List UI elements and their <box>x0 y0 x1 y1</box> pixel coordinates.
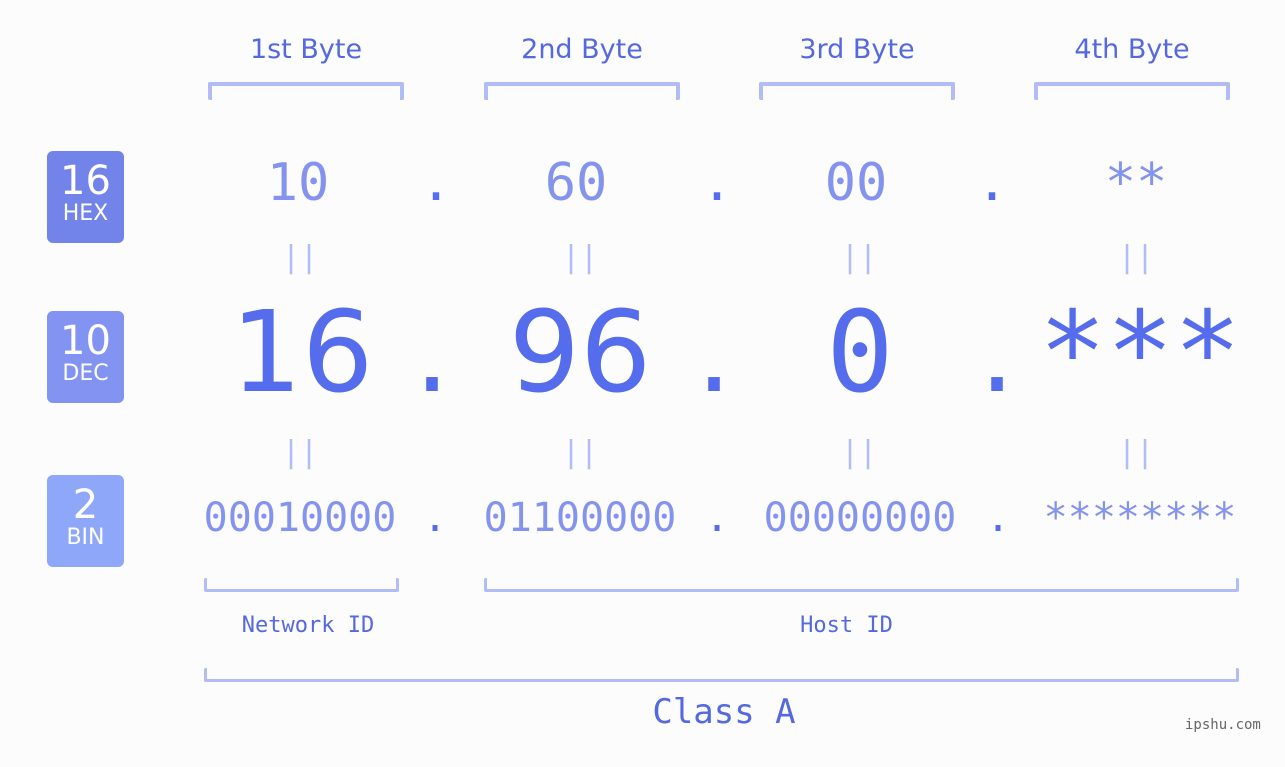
hex-badge-base: 16 <box>60 158 111 204</box>
network-bracket <box>204 578 399 592</box>
equals-sign: || <box>281 435 319 470</box>
dec-badge: 10 DEC <box>47 311 124 403</box>
watermark: ipshu.com <box>1185 717 1261 733</box>
hex-dot-3: . <box>976 153 1008 213</box>
bin-badge-base: 2 <box>72 482 99 528</box>
bin-byte-3: 00000000 <box>763 495 957 541</box>
byte-header-3: 3rd Byte <box>799 34 915 65</box>
dec-byte-1: 16 <box>230 288 374 418</box>
equals-sign: || <box>840 435 878 470</box>
byte-bracket-2 <box>484 82 680 100</box>
dec-byte-3: 0 <box>826 288 894 418</box>
equals-sign: || <box>1117 435 1155 470</box>
bin-byte-1: 00010000 <box>203 495 397 541</box>
dec-badge-base: 10 <box>60 318 111 364</box>
equals-sign: || <box>561 240 599 275</box>
hex-byte-1: 10 <box>266 153 330 213</box>
byte-bracket-1 <box>208 82 404 100</box>
byte-bracket-4 <box>1034 82 1230 100</box>
dec-byte-2: 96 <box>508 288 652 418</box>
dec-badge-label: DEC <box>62 361 109 386</box>
class-label: Class A <box>652 692 796 732</box>
bin-badge-label: BIN <box>66 525 105 550</box>
equals-sign: || <box>1117 240 1155 275</box>
equals-sign: || <box>561 435 599 470</box>
bin-byte-4: ******** <box>1043 495 1237 541</box>
network-id-label: Network ID <box>241 613 375 638</box>
dec-byte-4: *** <box>1038 288 1242 418</box>
hex-byte-4: ** <box>1104 153 1168 213</box>
bin-dot-1: . <box>422 495 448 541</box>
byte-header-1: 1st Byte <box>249 34 363 65</box>
byte-header-4: 4th Byte <box>1074 34 1190 65</box>
byte-header-2: 2nd Byte <box>521 34 643 65</box>
hex-badge: 16 HEX <box>47 151 124 243</box>
byte-bracket-3 <box>759 82 955 100</box>
equals-sign: || <box>281 240 319 275</box>
bin-byte-2: 01100000 <box>483 495 677 541</box>
hex-byte-3: 00 <box>824 153 888 213</box>
hex-badge-label: HEX <box>62 201 109 226</box>
hex-dot-1: . <box>420 153 452 213</box>
bin-badge: 2 BIN <box>47 475 124 567</box>
class-bracket <box>204 668 1239 682</box>
hex-dot-2: . <box>701 153 733 213</box>
host-id-label: Host ID <box>800 613 893 638</box>
equals-sign: || <box>840 240 878 275</box>
host-bracket <box>484 578 1239 592</box>
hex-byte-2: 60 <box>544 153 608 213</box>
